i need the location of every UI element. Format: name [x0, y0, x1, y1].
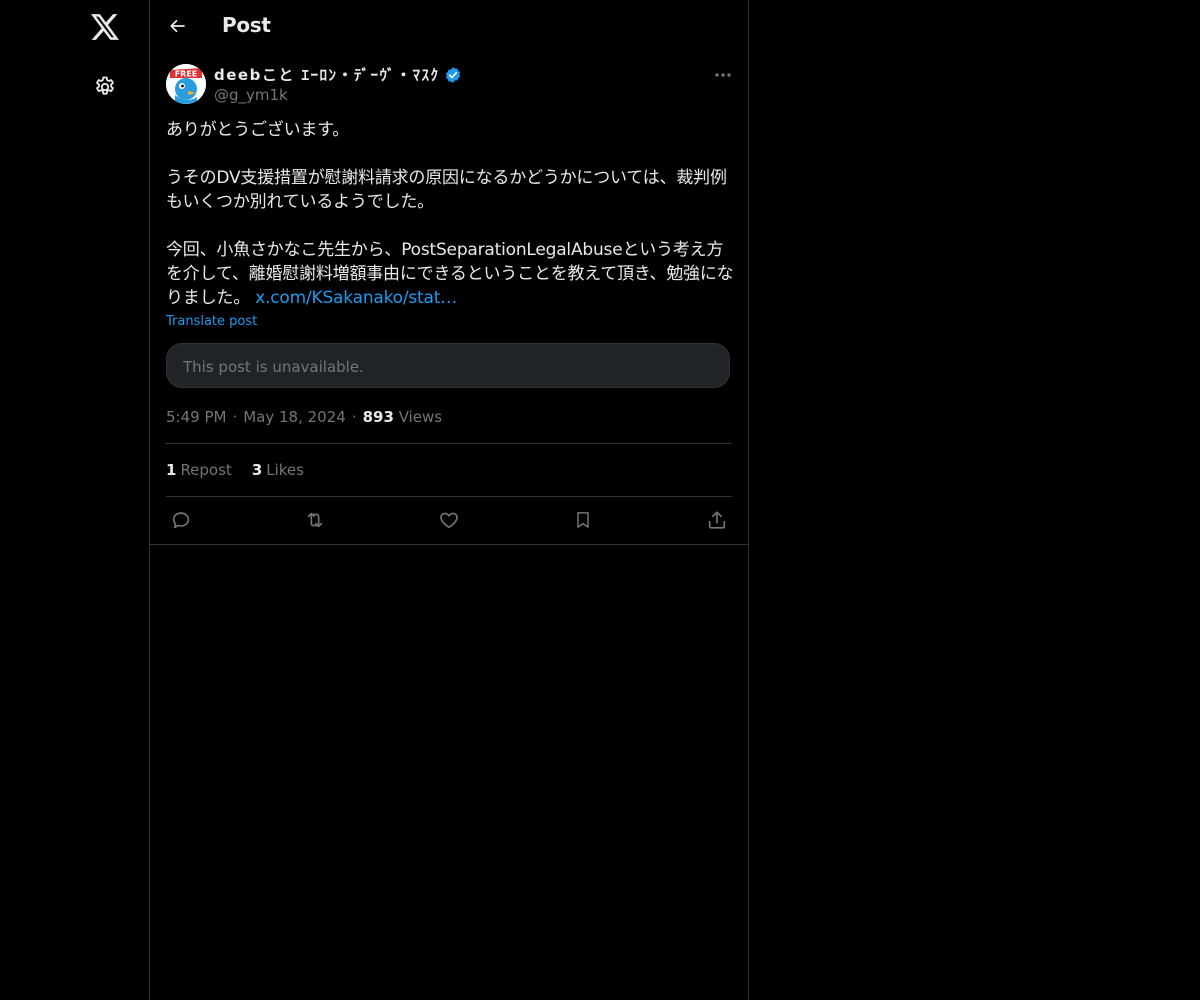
- back-button[interactable]: [162, 10, 194, 42]
- like-button[interactable]: [434, 507, 464, 533]
- repost-icon: [307, 512, 323, 528]
- translate-post-link[interactable]: Translate post: [166, 314, 257, 329]
- views-count: 893: [362, 408, 394, 426]
- left-navigation: [0, 0, 149, 1000]
- post-date[interactable]: May 18, 2024: [243, 408, 346, 426]
- reposts-count: 1: [166, 461, 177, 479]
- more-icon: [715, 73, 731, 77]
- likes-stat[interactable]: 3 Likes: [252, 461, 304, 479]
- share-button[interactable]: [702, 507, 732, 533]
- engagement-stats: 1 Repost 3 Likes: [166, 461, 304, 479]
- page-header: Post: [150, 0, 748, 53]
- divider: [166, 443, 732, 444]
- verified-badge-icon: [444, 66, 462, 84]
- divider: [166, 496, 732, 497]
- meta-separator: ·: [351, 408, 357, 426]
- post-metadata: 5:49 PM · May 18, 2024 · 893 Views: [166, 408, 442, 426]
- likes-count: 3: [251, 461, 263, 479]
- like-icon: [440, 512, 458, 529]
- post-link[interactable]: x.com/KSakanako/stat…: [255, 288, 457, 308]
- unavailable-message: This post is unavailable.: [183, 358, 364, 376]
- post-actions: [166, 507, 732, 533]
- arrow-left-icon: [170, 19, 185, 33]
- author-name[interactable]: deebこと ｴｰﾛﾝ・ﾃﾞｰｳﾞ・ﾏｽｸ: [214, 64, 462, 85]
- views-label: Views: [398, 408, 443, 426]
- page-title: Post: [222, 13, 271, 37]
- share-icon: [708, 511, 726, 529]
- reposts-label: Repost: [180, 461, 232, 479]
- views: 893 Views: [363, 408, 443, 426]
- gear-icon[interactable]: [86, 68, 124, 106]
- post-time[interactable]: 5:49 PM: [166, 408, 226, 426]
- x-logo-icon[interactable]: [86, 8, 124, 46]
- main-column: Post FREE deebこと ｴｰﾛﾝ・ﾃﾞｰｳﾞ・ﾏｽｸ @g_ym1k: [149, 0, 749, 1000]
- post-paragraph-1: ありがとうございます。: [166, 120, 350, 140]
- repost-button[interactable]: [300, 507, 330, 533]
- avatar[interactable]: FREE: [166, 64, 206, 104]
- post-paragraph-2: うそのDV支援措置が慰謝料請求の原因になるかどうかについては、裁判例もいくつか別…: [166, 168, 727, 212]
- author-display-name: deebこと ｴｰﾛﾝ・ﾃﾞｰｳﾞ・ﾏｽｸ: [214, 66, 440, 84]
- post-paragraph-3: 今回、小魚さかなこ先生から、PostSeparationLegalAbuseとい…: [166, 238, 738, 310]
- likes-label: Likes: [266, 461, 304, 479]
- more-options-button[interactable]: [710, 64, 736, 86]
- post-text: ありがとうございます。 うそのDV支援措置が慰謝料請求の原因になるかどうかについ…: [166, 118, 738, 310]
- bookmark-icon: [577, 512, 589, 528]
- author-handle[interactable]: @g_ym1k: [214, 86, 288, 104]
- divider: [150, 544, 748, 545]
- reply-button[interactable]: [166, 507, 196, 533]
- quoted-post-unavailable: This post is unavailable.: [166, 343, 730, 388]
- reposts-stat[interactable]: 1 Repost: [166, 461, 232, 479]
- svg-text:FREE: FREE: [175, 70, 198, 79]
- reply-icon: [172, 512, 190, 529]
- meta-separator: ·: [232, 408, 238, 426]
- bookmark-button[interactable]: [568, 507, 598, 533]
